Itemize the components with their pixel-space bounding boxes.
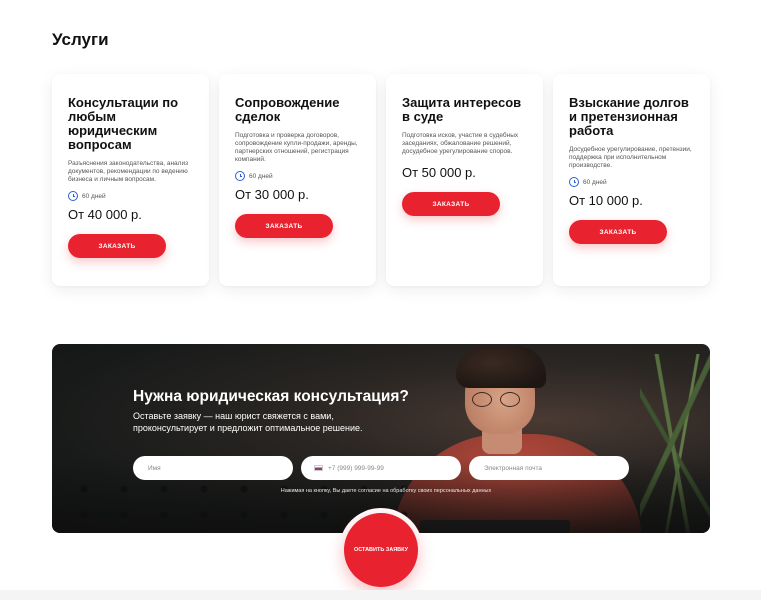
service-card-consultation: Консультации по любым юридическим вопрос… — [52, 74, 209, 286]
card-duration: 60 дней — [235, 171, 360, 181]
card-description: Разъяснения законодательства, анализ док… — [68, 160, 189, 183]
duration-text: 60 дней — [82, 192, 106, 200]
flag-ru-icon — [314, 465, 323, 471]
services-title: Услуги — [52, 30, 109, 49]
order-button[interactable]: ЗАКАЗАТЬ — [569, 220, 667, 244]
service-card-deals: Сопровождение сделок Подготовка и провер… — [219, 74, 376, 286]
consultation-banner: Нужна юридическая консультация? Оставьте… — [52, 344, 710, 533]
consent-text: Нажимая на кнопку, Вы даете согласие на … — [280, 488, 492, 494]
phone-placeholder: +7 (999) 999-99-99 — [328, 464, 384, 472]
submit-button-wrapper: ОСТАВИТЬ ЗАЯВКУ — [339, 508, 423, 592]
card-duration: 60 дней — [569, 177, 694, 187]
card-title: Сопровождение сделок — [235, 95, 340, 124]
card-title: Взыскание долгов и претензионная работа — [569, 95, 689, 138]
service-card-debts: Взыскание долгов и претензионная работа … — [553, 74, 710, 286]
card-description: Подготовка исков, участие в судебных зас… — [402, 132, 519, 155]
card-description: Подготовка и проверка договоров, сопрово… — [235, 132, 358, 163]
order-button[interactable]: ЗАКАЗАТЬ — [235, 214, 333, 238]
card-price: От 30 000 р. — [235, 187, 309, 202]
clock-icon — [68, 191, 78, 201]
glasses-left — [472, 392, 492, 407]
card-duration: 60 дней — [68, 191, 193, 201]
card-description: Досудебное урегулирование, претензии, по… — [569, 146, 692, 169]
glasses-right — [500, 392, 520, 407]
email-input[interactable]: Электронная почта — [469, 456, 629, 480]
clock-icon — [235, 171, 245, 181]
name-input[interactable]: Имя — [133, 456, 293, 480]
duration-text: 60 дней — [249, 172, 273, 180]
name-placeholder: Имя — [148, 464, 161, 472]
submit-request-button[interactable]: ОСТАВИТЬ ЗАЯВКУ — [344, 513, 418, 587]
phone-input[interactable]: +7 (999) 999-99-99 — [301, 456, 461, 480]
card-price: От 50 000 р. — [402, 165, 476, 180]
card-title: Защита интересов в суде — [402, 95, 522, 124]
clock-icon — [569, 177, 579, 187]
card-title: Консультации по любым юридическим вопрос… — [68, 95, 179, 152]
order-button[interactable]: ЗАКАЗАТЬ — [402, 192, 500, 216]
page: Услуги Консультации по любым юридическим… — [0, 0, 761, 600]
service-card-court: Защита интересов в суде Подготовка исков… — [386, 74, 543, 286]
order-button[interactable]: ЗАКАЗАТЬ — [68, 234, 166, 258]
person-hair — [456, 346, 546, 388]
email-placeholder: Электронная почта — [484, 464, 543, 472]
card-price: От 10 000 р. — [569, 193, 643, 208]
services-cards: Консультации по любым юридическим вопрос… — [52, 74, 710, 286]
duration-text: 60 дней — [583, 178, 607, 186]
banner-title: Нужна юридическая консультация? — [133, 388, 409, 405]
request-form: Имя +7 (999) 999-99-99 Электронная почта — [133, 456, 629, 480]
footer-divider — [0, 590, 761, 600]
banner-subtitle: Оставьте заявку — наш юрист свяжется с в… — [133, 411, 363, 433]
card-price: От 40 000 р. — [68, 207, 142, 222]
